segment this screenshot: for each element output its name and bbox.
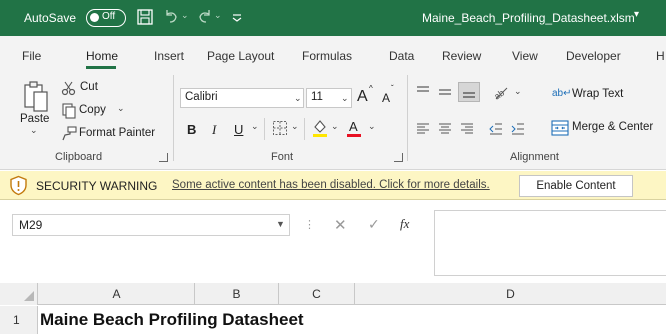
paste-icon[interactable] — [22, 80, 50, 114]
align-middle-icon[interactable] — [437, 84, 453, 100]
cut-icon[interactable] — [61, 80, 77, 96]
formula-input[interactable] — [434, 210, 666, 276]
font-separator — [264, 118, 265, 140]
name-box[interactable]: M29 — [12, 214, 290, 236]
copy-dropdown-icon[interactable]: ⌄ — [117, 103, 125, 114]
formula-bar-grip-icon[interactable]: ⋮ — [304, 218, 315, 231]
paste-dropdown-icon[interactable]: ⌄ — [30, 125, 38, 136]
redo-icon[interactable] — [196, 8, 214, 26]
merge-center-label[interactable]: Merge & Center — [572, 121, 653, 133]
merge-center-icon[interactable] — [551, 120, 569, 136]
enter-formula-icon[interactable]: ✓ — [368, 216, 380, 233]
toggle-knob — [90, 13, 99, 22]
align-bottom-icon — [463, 92, 475, 98]
decrease-font-size-button[interactable]: A — [382, 91, 390, 105]
italic-button[interactable]: I — [212, 122, 216, 138]
security-warning-title: SECURITY WARNING — [36, 179, 158, 193]
group-separator — [173, 75, 174, 161]
font-color-icon[interactable]: A — [345, 118, 363, 138]
row-header-1[interactable]: 1 — [0, 306, 38, 334]
name-box-value: M29 — [19, 218, 43, 232]
svg-text:ab: ab — [492, 88, 506, 101]
align-center-icon[interactable] — [437, 121, 453, 137]
undo-icon[interactable] — [162, 8, 180, 26]
fill-color-dropdown-icon[interactable]: ⌄ — [331, 121, 339, 132]
tab-help[interactable]: H — [656, 49, 665, 63]
menu-tabs: File Home Insert Page Layout Formulas Da… — [0, 36, 666, 70]
borders-dropdown-icon[interactable]: ⌄ — [291, 121, 299, 132]
svg-text:A: A — [349, 119, 358, 134]
orientation-dropdown-icon[interactable]: ⌄ — [514, 86, 522, 97]
font-launcher-icon[interactable] — [394, 153, 403, 162]
select-all-icon — [24, 291, 34, 301]
fill-color-icon[interactable] — [311, 118, 329, 138]
font-name-dropdown-icon[interactable]: ⌄ — [294, 93, 302, 104]
active-tab-indicator — [86, 66, 116, 69]
paste-label[interactable]: Paste — [20, 113, 49, 125]
font-color-dropdown-icon[interactable]: ⌄ — [368, 121, 376, 132]
underline-dropdown-icon[interactable]: ⌄ — [251, 121, 259, 132]
name-box-dropdown-icon[interactable]: ▼ — [276, 219, 285, 229]
title-caret-icon[interactable]: ▾ — [634, 9, 639, 20]
tab-view[interactable]: View — [512, 49, 538, 63]
enable-content-button[interactable]: Enable Content — [519, 175, 633, 197]
font-separator — [304, 118, 305, 140]
tab-page-layout[interactable]: Page Layout — [207, 49, 274, 63]
shield-warning-icon — [10, 175, 27, 196]
font-group-label: Font — [271, 151, 294, 163]
font-name-select[interactable]: Calibri — [180, 88, 304, 108]
document-title[interactable]: Maine_Beach_Profiling_Datasheet.xlsm — [422, 11, 635, 25]
column-header-c[interactable]: C — [279, 283, 355, 305]
column-header-b[interactable]: B — [195, 283, 279, 305]
clipboard-launcher-icon[interactable] — [159, 153, 168, 162]
underline-button[interactable]: U — [234, 122, 243, 137]
align-right-icon[interactable] — [459, 121, 475, 137]
tab-file[interactable]: File — [22, 49, 41, 63]
clipboard-group-label: Clipboard — [55, 151, 103, 163]
align-left-icon[interactable] — [415, 121, 431, 137]
format-painter-icon[interactable] — [61, 126, 77, 142]
cancel-formula-icon[interactable]: ✕ — [334, 216, 347, 234]
title-bar: AutoSave Off ⌄ ⌄ Maine_Beach_Profiling_D… — [0, 0, 666, 36]
borders-icon[interactable] — [272, 120, 288, 136]
cell-a1[interactable]: Maine Beach Profiling Datasheet — [40, 306, 304, 334]
tab-review[interactable]: Review — [442, 49, 481, 63]
font-size-dropdown-icon[interactable]: ⌄ — [341, 93, 349, 104]
group-separator — [407, 75, 408, 161]
wrap-text-icon[interactable]: ab↵ — [552, 88, 572, 99]
tab-formulas[interactable]: Formulas — [302, 49, 352, 63]
decrease-indent-icon[interactable] — [488, 121, 504, 137]
alignment-group-label: Alignment — [510, 151, 559, 163]
align-top-icon[interactable] — [415, 84, 431, 100]
decrease-font-caret-icon: ˇ — [391, 84, 394, 93]
increase-font-size-button[interactable]: A — [357, 88, 368, 106]
tab-data[interactable]: Data — [389, 49, 414, 63]
font-size-value: 11 — [311, 91, 323, 103]
tab-insert[interactable]: Insert — [154, 49, 184, 63]
tab-developer[interactable]: Developer — [566, 49, 621, 63]
wrap-text-label[interactable]: Wrap Text — [572, 88, 623, 100]
copy-icon[interactable] — [61, 103, 77, 119]
insert-function-button[interactable]: fx — [400, 216, 409, 232]
security-details-link[interactable]: Some active content has been disabled. C… — [172, 179, 490, 191]
increase-font-caret-icon: ^ — [369, 84, 373, 93]
autosave-toggle[interactable]: Off — [86, 9, 126, 27]
font-name-value: Calibri — [185, 91, 218, 103]
column-header-a[interactable]: A — [39, 283, 195, 305]
format-painter-label[interactable]: Format Painter — [79, 127, 155, 139]
increase-indent-icon[interactable] — [510, 121, 526, 137]
save-icon[interactable] — [136, 8, 154, 26]
customize-toolbar-icon[interactable] — [228, 8, 246, 26]
copy-label[interactable]: Copy — [79, 104, 106, 116]
autosave-label: AutoSave — [24, 11, 77, 25]
tab-home[interactable]: Home — [86, 49, 118, 63]
cut-label[interactable]: Cut — [80, 81, 98, 93]
column-header-d[interactable]: D — [355, 283, 666, 305]
orientation-icon[interactable]: ab — [492, 83, 510, 101]
autosave-state: Off — [102, 11, 116, 22]
bold-button[interactable]: B — [187, 122, 196, 137]
